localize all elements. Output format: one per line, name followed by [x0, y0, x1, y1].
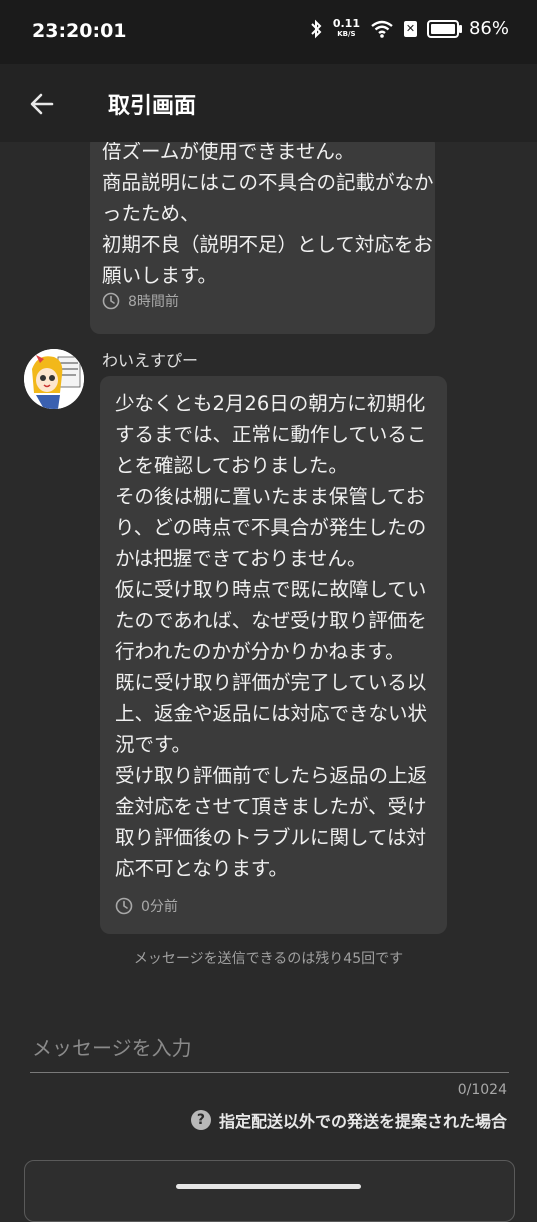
gesture-nav-handle[interactable]: [176, 1184, 361, 1189]
message-bubble-own: 倍ズームが使用できません。 商品説明にはこの不具合の記載がなかったため、 初期不…: [90, 142, 435, 334]
net-speed-value: 0.11: [332, 16, 360, 30]
sender-name: わいえすぴー: [102, 351, 199, 370]
message-composer: 0/1024 ? 指定配送以外での発送を提案された場合: [0, 992, 537, 1222]
message-timestamp: 0分前: [115, 896, 178, 916]
back-button[interactable]: [26, 88, 58, 120]
bluetooth-icon: [311, 19, 322, 38]
shipping-help-label: 指定配送以外での発送を提案された場合: [218, 1112, 507, 1131]
net-speed-unit: KB/S: [337, 29, 356, 38]
battery-percent: 86%: [468, 18, 509, 39]
question-icon: ?: [190, 1110, 211, 1130]
page-title: 取引画面: [108, 94, 197, 119]
message-input[interactable]: [30, 1030, 509, 1073]
message-text: 少なくとも2月26日の朝方に初期化するまでは、正常に動作していることを確認してお…: [115, 392, 428, 880]
remaining-messages-notice: メッセージを送信できるのは残り45回です: [133, 951, 404, 967]
status-bar: 23:20:01 0.11 KB/S ✕ 86%: [0, 0, 537, 64]
status-icons: 0.11 KB/S ✕ 86%: [309, 18, 509, 39]
status-time: 23:20:01: [32, 20, 127, 42]
bottom-card: [24, 1160, 515, 1222]
message-time: 8時間前: [128, 294, 179, 310]
message-text: 倍ズームが使用できません。 商品説明にはこの不具合の記載がなかったため、 初期不…: [102, 142, 434, 287]
battery-icon: [426, 19, 462, 38]
character-counter: 0/1024: [457, 1082, 507, 1098]
clock-icon: [102, 292, 120, 310]
avatar[interactable]: [24, 349, 84, 409]
sim-off-icon: ✕: [403, 20, 417, 37]
message-list[interactable]: 倍ズームが使用できません。 商品説明にはこの不具合の記載がなかったため、 初期不…: [0, 142, 537, 992]
avatar-illustration: [24, 349, 84, 409]
clock-icon: [115, 897, 133, 915]
wifi-icon: [371, 20, 393, 38]
arrow-left-icon: [30, 93, 54, 115]
message-time: 0分前: [141, 899, 178, 915]
message-bubble-partner: 少なくとも2月26日の朝方に初期化するまでは、正常に動作していることを確認してお…: [100, 376, 447, 934]
battery-fill: [430, 23, 456, 34]
shipping-help-link[interactable]: ? 指定配送以外での発送を提案された場合: [190, 1108, 507, 1132]
app-header: 取引画面: [0, 64, 537, 142]
net-speed: 0.11 KB/S: [332, 16, 360, 39]
message-timestamp: 8時間前: [102, 291, 179, 311]
